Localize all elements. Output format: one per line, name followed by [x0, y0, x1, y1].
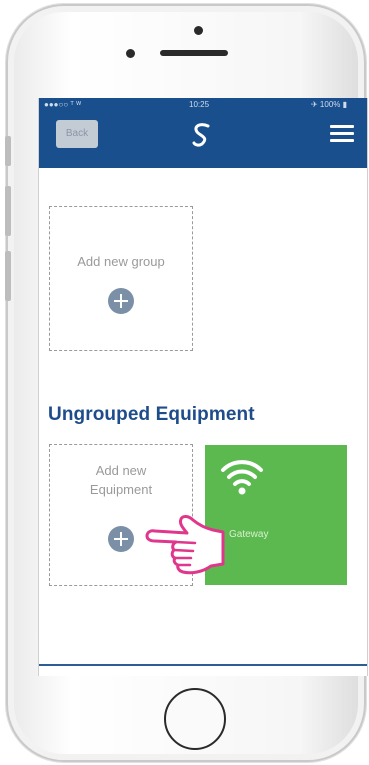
screenshot-stage: ●●●○○ ᵀ ᵂ 10:25 ✈ 100% ▮ Back Add new gr… — [0, 0, 369, 765]
mute-switch — [5, 136, 11, 166]
add-equipment-plus-icon[interactable] — [108, 526, 134, 552]
volume-down-button — [5, 251, 11, 301]
add-group-plus-icon[interactable] — [108, 288, 134, 314]
volume-up-button — [5, 186, 11, 236]
status-bar: ●●●○○ ᵀ ᵂ 10:25 ✈ 100% ▮ — [39, 98, 367, 112]
battery-status: ✈ 100% ▮ — [311, 100, 348, 109]
app-screen: ●●●○○ ᵀ ᵂ 10:25 ✈ 100% ▮ Back Add new gr… — [38, 98, 368, 676]
status-time: 10:25 — [189, 100, 210, 109]
home-button[interactable] — [164, 688, 226, 750]
add-equipment-label-line1: Add new — [95, 463, 147, 478]
add-group-card[interactable]: Add new group — [49, 206, 193, 351]
wifi-icon — [221, 460, 263, 495]
earpiece-speaker — [160, 50, 228, 56]
front-camera — [194, 26, 203, 35]
top-navbar: Back — [39, 112, 367, 168]
carrier-signal: ●●●○○ ᵀ ᵂ — [44, 100, 82, 109]
bottom-divider — [39, 664, 367, 666]
gateway-label: Gateway — [229, 529, 269, 540]
ungrouped-equipment-title: Ungrouped Equipment — [48, 404, 255, 425]
pointing-hand-icon — [145, 515, 225, 575]
swirl-logo-icon — [192, 123, 210, 147]
back-button[interactable]: Back — [56, 120, 98, 148]
add-equipment-label-line2: Equipment — [89, 482, 153, 497]
phone-frame: ●●●○○ ᵀ ᵂ 10:25 ✈ 100% ▮ Back Add new gr… — [5, 4, 368, 762]
hamburger-menu-icon[interactable] — [330, 124, 354, 144]
add-group-label: Add new group — [77, 254, 165, 269]
proximity-sensor — [126, 49, 135, 58]
